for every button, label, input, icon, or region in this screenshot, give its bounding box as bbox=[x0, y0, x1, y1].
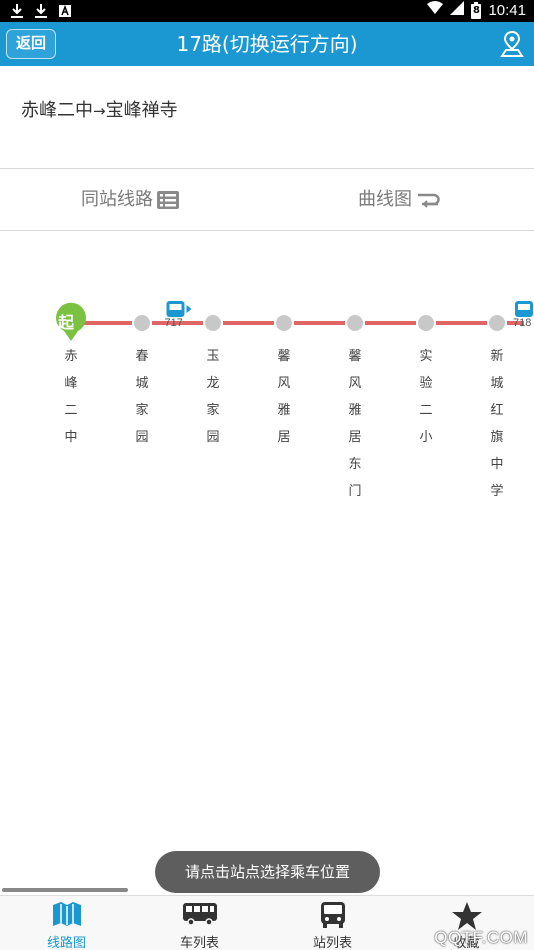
list-icon bbox=[157, 190, 179, 209]
station-name-char: 风 bbox=[348, 376, 362, 391]
bus-side-icon bbox=[182, 903, 217, 926]
station-3[interactable]: 馨风雅居 bbox=[274, 343, 294, 451]
route-to: 宝峰禅寺 bbox=[105, 100, 178, 121]
station-name-char: 学 bbox=[490, 484, 504, 499]
station-name-char: 验 bbox=[419, 376, 433, 391]
station-name-char: 风 bbox=[277, 376, 291, 391]
bus-window bbox=[518, 304, 530, 310]
station-name-char: 门 bbox=[348, 484, 362, 499]
bus-marker bbox=[515, 301, 533, 317]
location-map-icon[interactable] bbox=[500, 30, 524, 58]
station-name-char: 家 bbox=[206, 403, 220, 418]
back-button[interactable]: 返回 bbox=[6, 29, 56, 59]
station-name-char: 城 bbox=[135, 376, 149, 391]
nav-label: 车列表 bbox=[179, 936, 219, 950]
curve-route-icon bbox=[418, 193, 440, 208]
station-dot bbox=[347, 315, 363, 331]
bus-front-icon bbox=[320, 902, 345, 928]
clock: 10:41 bbox=[488, 1, 526, 19]
station-0[interactable]: 赤峰二中 bbox=[61, 343, 81, 451]
start-badge-label: 起 bbox=[57, 313, 75, 332]
station-name-char: 东 bbox=[348, 457, 362, 472]
route-line-diagram: 起 赤峰二中春城家园玉龙家园馨风雅居馨风雅居东门实验二小新城红旗中学 717 718 bbox=[0, 231, 534, 631]
nav-line-map[interactable]: 线路图 bbox=[0, 896, 133, 950]
station-name-char: 居 bbox=[277, 430, 291, 445]
tab-curve-chart[interactable]: 曲线图 bbox=[358, 169, 440, 230]
station-2[interactable]: 玉龙家园 bbox=[203, 343, 223, 451]
station-name-char: 园 bbox=[135, 430, 149, 445]
station-name-char: 龙 bbox=[206, 376, 220, 391]
station-name-char: 玉 bbox=[206, 349, 220, 364]
station-dot bbox=[134, 315, 150, 331]
page-title[interactable]: 17路(切换运行方向) bbox=[0, 22, 534, 66]
station-name-char: 雅 bbox=[348, 403, 362, 418]
route-from: 赤峰二中 bbox=[21, 100, 93, 121]
view-tabs: 同站线路 曲线图 bbox=[0, 169, 534, 230]
battery-icon: 8 bbox=[471, 1, 482, 19]
station-4[interactable]: 馨风雅居东门 bbox=[345, 343, 365, 505]
app-header: 17路(切换运行方向) 返回 bbox=[0, 22, 534, 66]
station-name-char: 春 bbox=[135, 349, 149, 364]
station-name-char: 旗 bbox=[490, 430, 504, 445]
star-icon bbox=[451, 902, 482, 930]
station-name-char: 小 bbox=[419, 430, 433, 445]
station-name-char: 居 bbox=[348, 430, 362, 445]
battery-level: 8 bbox=[472, 4, 480, 16]
start-marker: 起 bbox=[56, 302, 86, 341]
station-1[interactable]: 春城家园 bbox=[132, 343, 152, 451]
bus-marker bbox=[166, 301, 192, 317]
download-icon bbox=[10, 3, 24, 19]
station-name-char: 新 bbox=[490, 349, 504, 364]
tab-label: 同站线路 bbox=[81, 189, 153, 210]
scroll-indicator bbox=[2, 888, 128, 892]
tab-label: 曲线图 bbox=[358, 189, 412, 210]
map-book-icon bbox=[52, 902, 81, 926]
station-name-char: 中 bbox=[490, 457, 504, 472]
watermark: QQTF.COM bbox=[434, 928, 528, 947]
station-dot bbox=[276, 315, 292, 331]
station-name-char: 峰 bbox=[64, 376, 78, 391]
station-name-char: 馨 bbox=[348, 349, 362, 364]
nav-label: 线路图 bbox=[46, 936, 86, 950]
station-6[interactable]: 新城红旗中学 bbox=[487, 343, 507, 505]
station-name-char: 赤 bbox=[64, 349, 78, 364]
station-name-char: 红 bbox=[490, 403, 504, 418]
nav-label: 站列表 bbox=[312, 936, 352, 950]
route-arrow: → bbox=[93, 102, 106, 120]
download-icon bbox=[34, 3, 48, 19]
toast-message: 请点击站点选择乘车位置 bbox=[155, 851, 380, 893]
station-5[interactable]: 实验二小 bbox=[416, 343, 436, 451]
direction-arrow-icon bbox=[186, 305, 192, 313]
station-name-char: 家 bbox=[135, 403, 149, 418]
bus-number: 718 bbox=[513, 317, 532, 329]
station-name-char: 中 bbox=[64, 430, 78, 445]
bus-number: 717 bbox=[164, 317, 183, 329]
station-name-char: 雅 bbox=[277, 403, 291, 418]
nav-station-list[interactable]: 站列表 bbox=[266, 896, 399, 950]
nav-bus-list[interactable]: 车列表 bbox=[133, 896, 266, 950]
station-name-char: 馨 bbox=[277, 349, 291, 364]
app-notification-icon bbox=[58, 3, 72, 19]
station-name-char: 二 bbox=[419, 403, 433, 418]
station-name-char: 实 bbox=[419, 349, 433, 364]
station-name-char: 园 bbox=[206, 430, 220, 445]
station-dot bbox=[418, 315, 434, 331]
bus-window bbox=[169, 304, 182, 310]
signal-icon bbox=[450, 1, 465, 19]
route-direction: 赤峰二中→宝峰禅寺 bbox=[21, 96, 178, 122]
station-name-char: 城 bbox=[490, 376, 504, 391]
status-bar: 8 10:41 bbox=[0, 0, 534, 22]
station-dot bbox=[205, 315, 221, 331]
tab-same-station-lines[interactable]: 同站线路 bbox=[81, 169, 179, 230]
station-name-char: 二 bbox=[64, 403, 78, 418]
station-dot bbox=[489, 315, 505, 331]
wifi-icon bbox=[427, 1, 444, 19]
